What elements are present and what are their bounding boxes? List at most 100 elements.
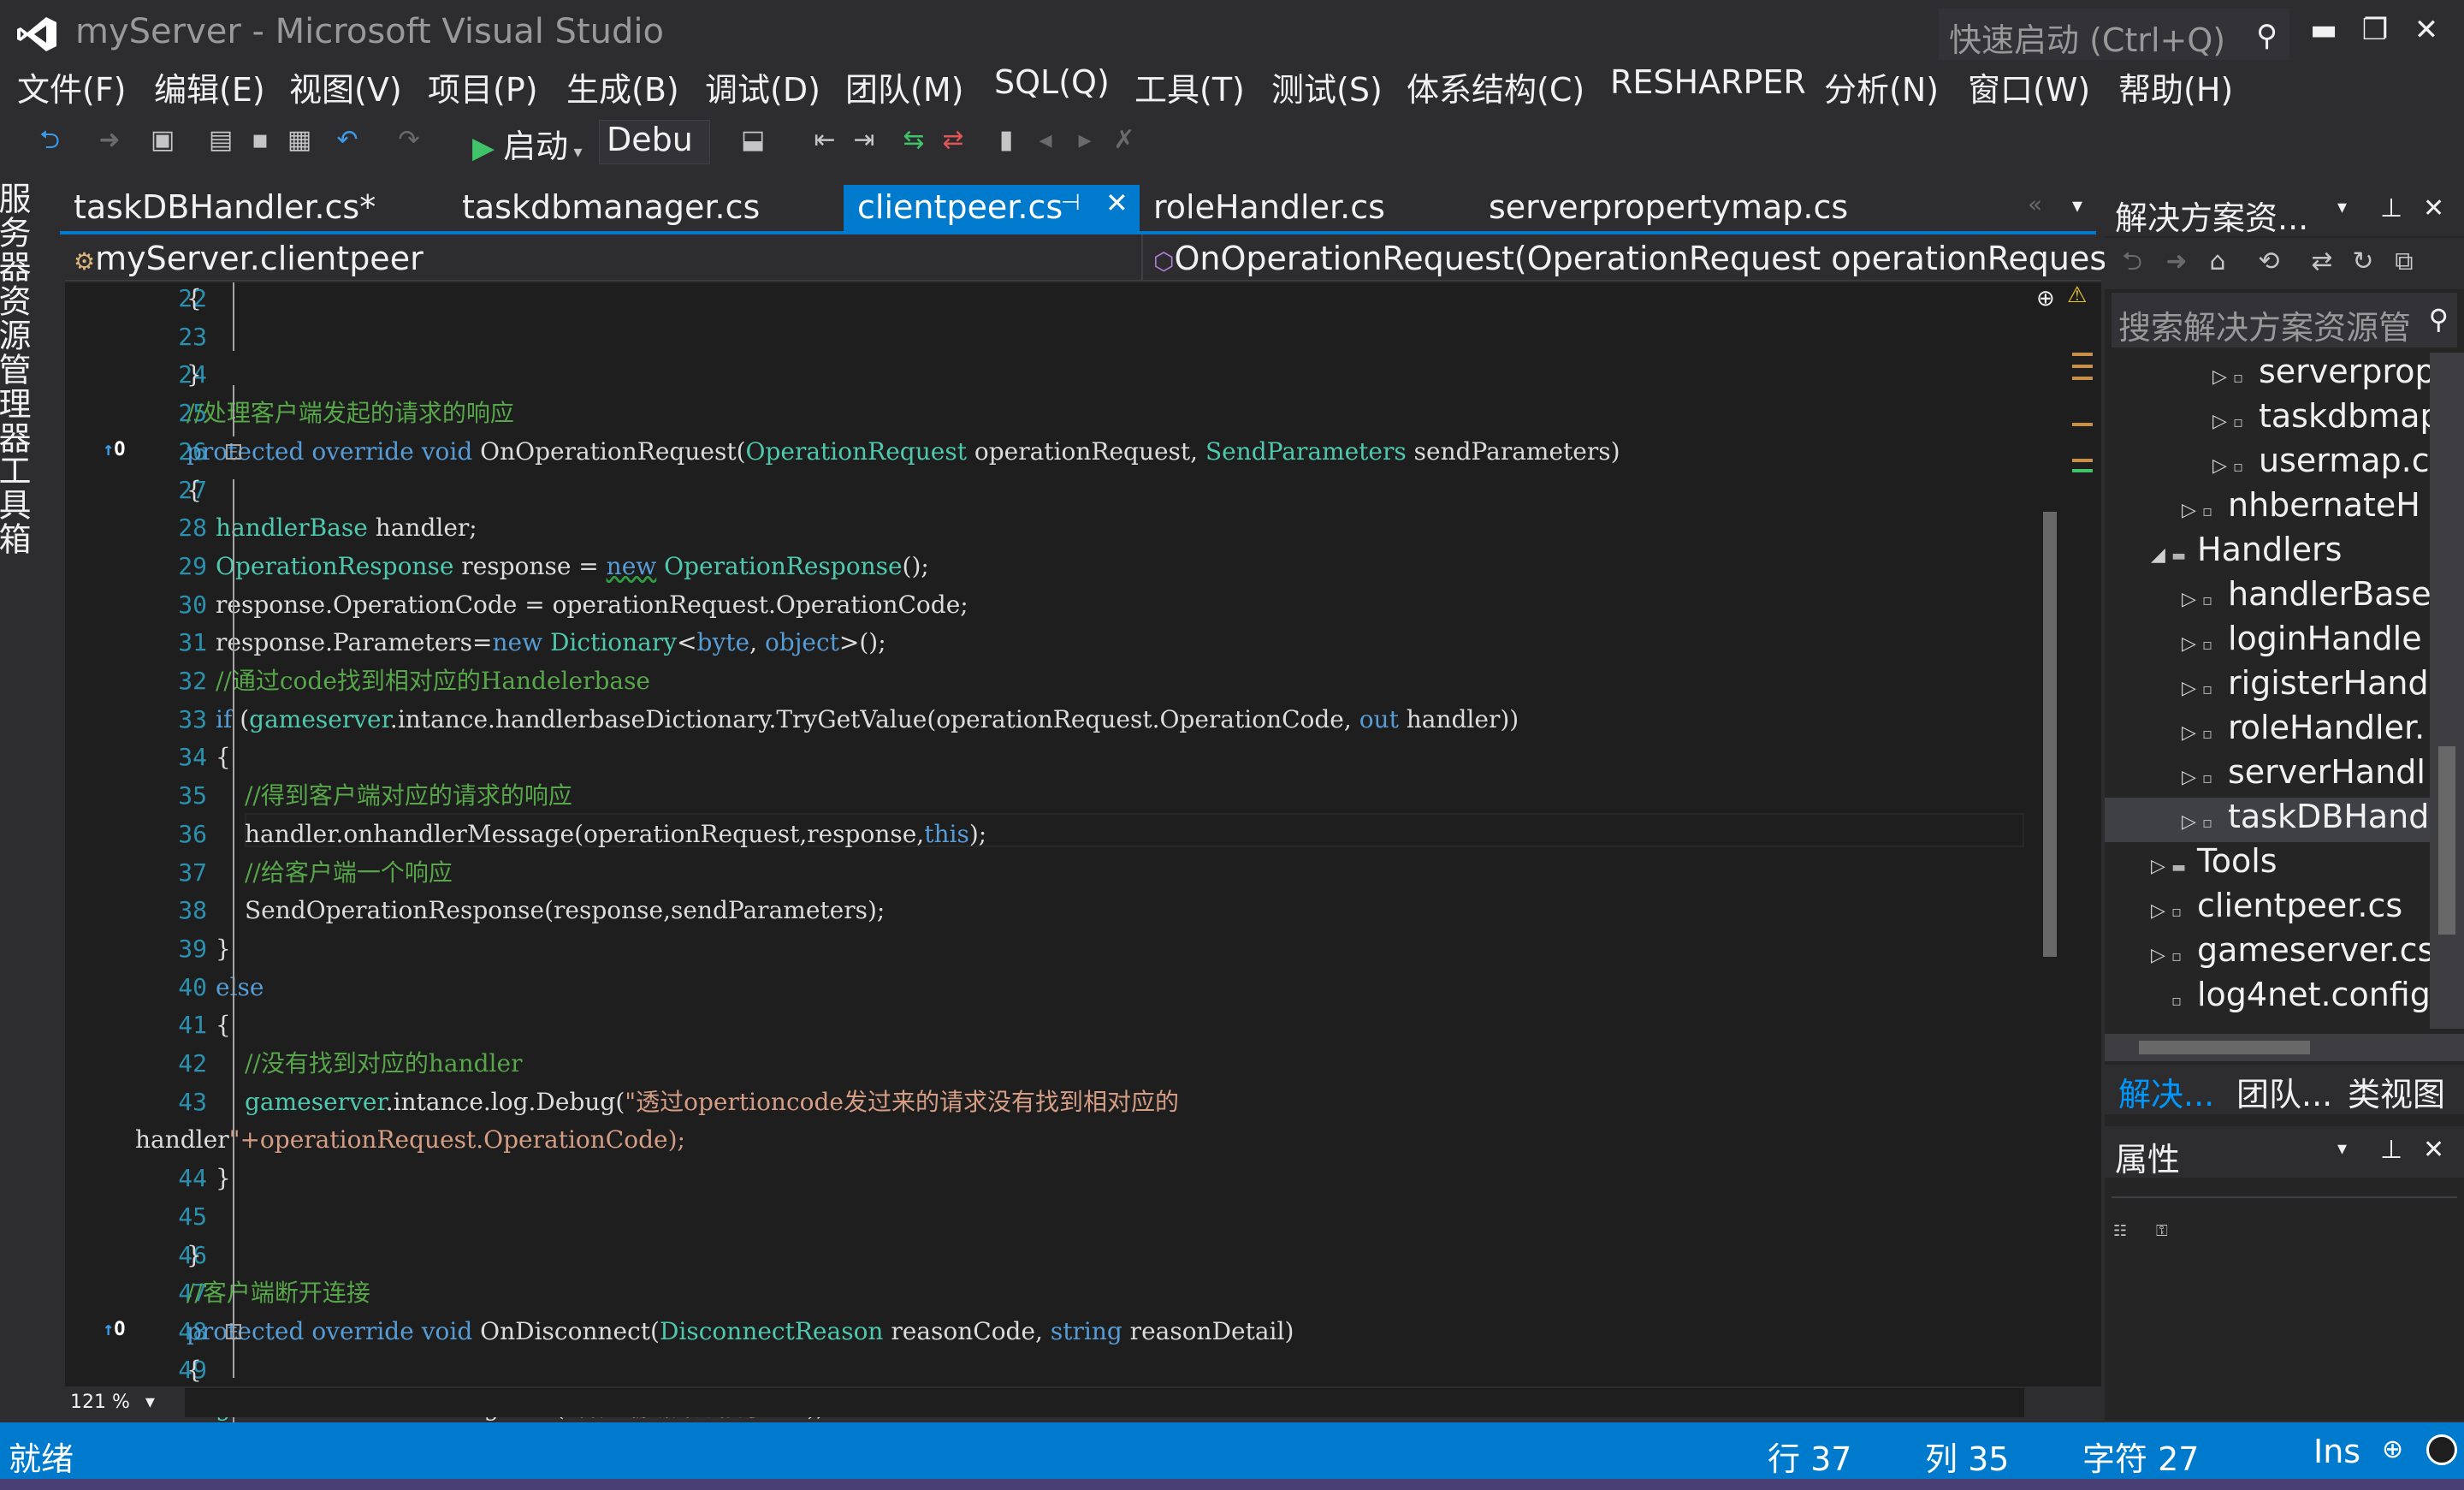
forward-icon[interactable]: ➜ xyxy=(94,125,125,156)
collapsed-arrow-icon[interactable]: ▷ xyxy=(2212,366,2233,388)
code-line[interactable]: 23 xyxy=(65,319,2050,354)
notification-icon[interactable] xyxy=(2426,1434,2457,1465)
code-line[interactable]: 33 if (gameserver.intance.handlerbaseDict… xyxy=(65,702,2050,737)
tab-dropdown-icon[interactable]: ▾ xyxy=(2072,193,2082,217)
editor-scroll-thumb[interactable] xyxy=(2043,512,2057,957)
menu-architecture[interactable]: 体系结构(C) xyxy=(1407,63,1584,110)
tab-serverpropertymap[interactable]: serverpropertymap.cs xyxy=(1475,185,1862,233)
code-line[interactable]: 27{ xyxy=(65,472,2050,508)
server-explorer-tab[interactable]: 服务器资源管理器 xyxy=(0,181,36,455)
menu-team[interactable]: 团队(M) xyxy=(845,63,963,110)
tree-file[interactable]: ▷ ▫ taskDBHand xyxy=(2105,798,2430,842)
pin-icon[interactable]: ⊥ xyxy=(2380,1135,2402,1165)
uncomment-icon[interactable]: ⇄ xyxy=(938,125,968,156)
tab-solution[interactable]: 解决... xyxy=(2118,1068,2214,1115)
next-bookmark-icon[interactable]: ▸ xyxy=(1069,125,1100,156)
code-line[interactable]: 41 { xyxy=(65,1007,2050,1042)
code-line[interactable]: 32 //通过code找到相对应的Handelerbase xyxy=(65,663,2050,698)
menu-analyze[interactable]: 分析(N) xyxy=(1824,63,1939,110)
close-tab-icon[interactable]: ✕ xyxy=(1105,187,1128,219)
redo-icon[interactable]: ↷ xyxy=(394,125,424,156)
code-line[interactable]: 37 //给客户端一个响应 xyxy=(65,855,2050,890)
back-icon[interactable]: ⮌ xyxy=(34,125,65,156)
home-icon[interactable]: ⌂ xyxy=(2202,246,2233,277)
code-line[interactable]: 45 xyxy=(65,1199,2050,1234)
collapsed-arrow-icon[interactable]: ▷ xyxy=(2182,589,2202,610)
menu-view[interactable]: 视图(V) xyxy=(289,63,402,110)
code-line[interactable]: 30 response.OperationCode = operationRequ… xyxy=(65,587,2050,622)
tree-file[interactable]: ▷ ▫ roleHandler. xyxy=(2105,709,2430,753)
tree-file[interactable]: ▷ ▫ serverHandl xyxy=(2105,753,2430,798)
code-line[interactable]: 26 protected override void OnOperationReq… xyxy=(65,434,2050,469)
menu-help[interactable]: 帮助(H) xyxy=(2118,63,2233,110)
publish-icon[interactable]: ⊕ xyxy=(2382,1434,2403,1464)
solution-hscroll-thumb[interactable] xyxy=(2139,1041,2310,1054)
collapsed-arrow-icon[interactable]: ▷ xyxy=(2182,678,2202,699)
code-line[interactable]: 28 handlerBase handler; xyxy=(65,510,2050,545)
refresh-icon[interactable]: ↻ xyxy=(2348,246,2378,277)
code-line[interactable]: 42 //没有找到对应的handler xyxy=(65,1046,2050,1081)
collapsed-arrow-icon[interactable]: ▷ xyxy=(2182,811,2202,833)
code-line[interactable]: 22{ xyxy=(65,281,2050,316)
search-icon[interactable]: ⚲ xyxy=(2256,19,2277,53)
collapsed-arrow-icon[interactable]: ▷ xyxy=(2182,500,2202,521)
code-line[interactable]: 39} xyxy=(65,931,2050,966)
editor-horizontal-scrollbar[interactable] xyxy=(185,1388,2024,1417)
expanded-arrow-icon[interactable]: ◢ xyxy=(2151,544,2171,566)
attach-icon[interactable]: ⬓ xyxy=(737,125,768,156)
code-line[interactable]: 29 OperationResponse response = new Opera… xyxy=(65,549,2050,584)
menu-resharper[interactable]: RESHARPER xyxy=(1610,63,1806,101)
tree-file[interactable]: ▷ ▫ taskdbmap xyxy=(2105,397,2430,442)
new-project-icon[interactable]: ▣ xyxy=(147,125,178,156)
collapse-region-icon[interactable]: − xyxy=(226,443,241,460)
indent-icon[interactable]: ⇤ xyxy=(809,125,840,156)
history-icon[interactable]: ⟲ xyxy=(2254,246,2284,277)
solution-horizontal-scrollbar[interactable] xyxy=(2105,1034,2464,1061)
tree-file[interactable]: ▷ ▫ loginHandle xyxy=(2105,620,2430,664)
menu-test[interactable]: 测试(S) xyxy=(1271,63,1383,110)
pin-icon[interactable]: ⊣ xyxy=(1061,190,1081,216)
collapsed-arrow-icon[interactable]: ▷ xyxy=(2182,722,2202,744)
close-button[interactable]: ✕ xyxy=(2401,9,2452,51)
code-line[interactable]: 38 SendOperationResponse(response,sendPar… xyxy=(65,893,2050,928)
collapse-all-icon[interactable]: ⧉ xyxy=(2389,246,2420,277)
collapsed-arrow-icon[interactable]: ▷ xyxy=(2212,455,2233,477)
tree-file[interactable]: ▷ ▫ serverprop xyxy=(2105,353,2430,397)
menu-tools[interactable]: 工具(T) xyxy=(1134,63,1245,110)
tree-file[interactable]: ▷ ▫ clientpeer.cs xyxy=(2105,887,2430,931)
collapsed-arrow-icon[interactable]: ▷ xyxy=(2182,767,2202,788)
minimize-button[interactable]: ▬ xyxy=(2298,9,2349,51)
tree-file[interactable]: ▷ ▫ usermap.c xyxy=(2105,442,2430,486)
panel-menu-icon[interactable]: ▾ xyxy=(2337,197,2347,218)
code-line[interactable]: 34 { xyxy=(65,739,2050,775)
code-line[interactable]: 43 gameserver.intance.log.Debug("透过operti… xyxy=(65,1084,2050,1119)
collapsed-arrow-icon[interactable]: ▷ xyxy=(2151,900,2171,922)
code-editor[interactable]: 22{23 24} 25//处理客户端发起的请求的响应 26 protected ove… xyxy=(65,281,2101,1460)
close-panel-icon[interactable]: ✕ xyxy=(2423,1135,2444,1165)
bookmark-icon[interactable]: ▮ xyxy=(991,125,1022,156)
tab-taskdbmanager[interactable]: taskdbmanager.cs xyxy=(448,185,773,233)
code-line[interactable]: 35 //得到客户端对应的请求的响应 xyxy=(65,778,2050,813)
tree-file[interactable]: ▷ ▫ nhbernateH xyxy=(2105,486,2430,531)
tab-rolehandler[interactable]: roleHandler.cs xyxy=(1140,185,1399,233)
collapsed-arrow-icon[interactable]: ▷ xyxy=(2151,945,2171,966)
toolbox-tab[interactable]: 工具箱 xyxy=(0,454,36,556)
clear-bookmarks-icon[interactable]: ✗ xyxy=(1109,125,1140,156)
zoom-level[interactable]: 121 % ▾ xyxy=(65,1388,185,1417)
property-pages-icon[interactable]: ⚿ xyxy=(2156,1222,2168,1240)
class-dropdown[interactable]: ⚙myServer.clientpeer xyxy=(74,240,424,277)
outdent-icon[interactable]: ⇥ xyxy=(849,125,880,156)
tree-file[interactable]: ▷ ▫ rigisterHand xyxy=(2105,664,2430,709)
code-line[interactable]: 47//客户端断开连接 xyxy=(65,1275,2050,1310)
menu-project[interactable]: 项目(P) xyxy=(428,63,538,110)
code-line[interactable]: 46} xyxy=(65,1238,2050,1273)
tab-team[interactable]: 团队... xyxy=(2236,1068,2332,1115)
undo-icon[interactable]: ↶ xyxy=(332,125,363,156)
comment-icon[interactable]: ⇆ xyxy=(898,125,929,156)
menu-build[interactable]: 生成(B) xyxy=(566,63,679,110)
quick-launch-input[interactable]: 快速启动 (Ctrl+Q) ⚲ xyxy=(1939,9,2289,60)
tab-clientpeer[interactable]: clientpeer.cs ⊣ ✕ xyxy=(844,185,1140,233)
search-icon[interactable]: ⚲ xyxy=(2429,303,2449,335)
solution-search-input[interactable]: 搜索解决方案资源管 ⚲ xyxy=(2112,293,2457,347)
code-line[interactable]: handler"+operationRequest.OperationCode)… xyxy=(65,1122,2050,1157)
